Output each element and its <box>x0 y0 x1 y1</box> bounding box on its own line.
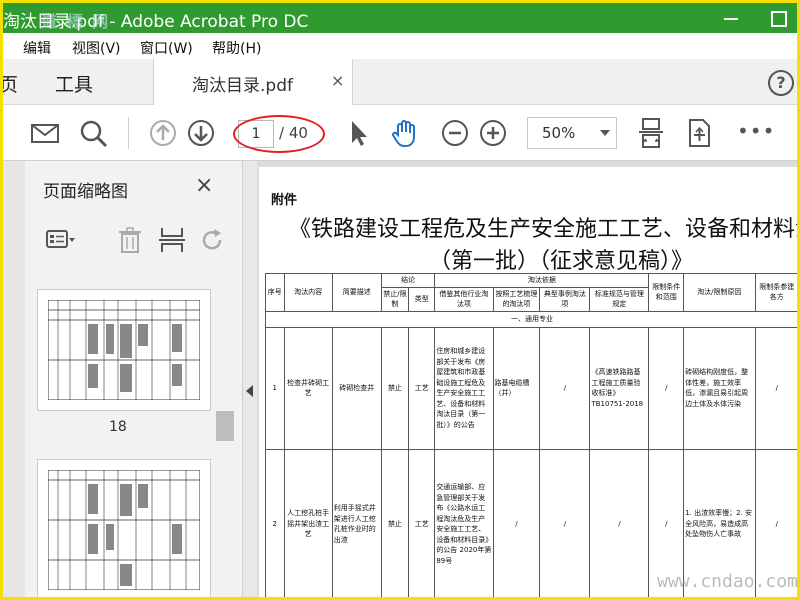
email-icon[interactable] <box>29 117 61 149</box>
header-process: 按照工艺梳理的淘汰项 <box>492 286 541 312</box>
menu-window[interactable]: 窗口(W) <box>140 38 193 58</box>
rotate-page-icon[interactable] <box>683 117 715 149</box>
header-conclusion: 结论 <box>380 273 436 288</box>
insert-page-icon[interactable] <box>157 225 187 255</box>
cell-process: 路基电缆槽（井） <box>492 326 541 450</box>
cell-standard: / <box>589 448 650 597</box>
cell-accident: / <box>539 326 591 450</box>
table-row: 1 检查井砖砌工艺 砖砌检查井 禁止 工艺 住房和城乡建设部关于发布《房屋建筑和… <box>265 326 797 450</box>
next-page-icon[interactable] <box>185 117 217 149</box>
site-watermark-bottom: www.cndao.com <box>657 571 798 592</box>
cell-ban: 禁止 <box>380 326 410 450</box>
thumbnail-options-icon[interactable] <box>45 225 75 255</box>
page-thumbnails-panel: 页面缩略图 × 18 <box>25 161 243 597</box>
header-ban: 禁止/限制 <box>380 286 410 312</box>
app-window: 淘汰目录.pdf - Adobe Acrobat Pro DC 道 標 网 编辑… <box>0 0 800 600</box>
header-content: 淘汰内容 <box>283 273 333 312</box>
header-reason: 淘汰/限制原因 <box>683 273 756 312</box>
header-type: 类型 <box>408 286 436 312</box>
maximize-button[interactable] <box>755 3 797 33</box>
annotation-circle <box>233 115 325 153</box>
menu-view[interactable]: 视图(V) <box>72 38 121 58</box>
cell-desc: 砖砌检查井 <box>331 326 382 450</box>
cell-process: / <box>492 448 541 597</box>
doc-attachment-label: 附件 <box>271 193 298 208</box>
cell-other: 住房和城乡建设部关于发布《房屋建筑和市政基础设施工程危及生产安全施工工艺、设备和… <box>434 326 494 450</box>
cell-limit: / <box>754 326 797 450</box>
header-standard: 标准规范与管理规定 <box>589 286 650 312</box>
tab-home[interactable]: 页 <box>3 70 18 97</box>
header-other: 借鉴其他行业淘汰项 <box>434 286 494 312</box>
main-toolbar: 1 / 40 50% ••• <box>3 105 797 161</box>
header-seq: 序号 <box>265 273 285 312</box>
cell-ban: 禁止 <box>380 448 410 597</box>
cell-reason: 砖砌结构刚度低，整体性差，施工效率低，渗漏且易引起周边土体及水体污染 <box>683 326 756 450</box>
cell-type: 工艺 <box>408 448 436 597</box>
close-panel-icon[interactable]: × <box>195 173 213 198</box>
zoom-select[interactable]: 50% <box>527 117 617 149</box>
delete-page-icon[interactable] <box>115 225 145 255</box>
cell-seq: 1 <box>265 326 285 450</box>
cell-type: 工艺 <box>408 326 436 450</box>
header-basis: 淘汰依据 <box>434 273 650 288</box>
site-watermark: 道 標 网 <box>41 12 111 31</box>
title-bar: 淘汰目录.pdf - Adobe Acrobat Pro DC 道 標 网 <box>3 3 797 33</box>
cell-accident: / <box>539 448 591 597</box>
left-nav-strip <box>3 161 25 597</box>
panel-scrollbar-thumb[interactable] <box>216 411 234 441</box>
previous-page-icon[interactable] <box>147 117 179 149</box>
chevron-down-icon <box>600 130 610 136</box>
header-desc: 简要描述 <box>331 273 382 312</box>
panel-title: 页面缩略图 <box>43 182 128 202</box>
thumbnail-preview <box>48 300 200 400</box>
menu-bar: 编辑 视图(V) 窗口(W) 帮助(H) <box>3 33 797 59</box>
tab-bar: 页 工具 淘汰目录.pdf × ? <box>3 59 797 105</box>
cell-standard: 《高速铁路路基工程施工质量验收标准》TB10751-2018 <box>589 326 650 450</box>
cell-content: 检查井砖砌工艺 <box>283 326 333 450</box>
cell-other: 交通运输部、应急管理部关于发布《公路水运工程淘汰危及生产安全施工工艺、设备和材料… <box>434 448 494 597</box>
elimination-table: 序号 淘汰内容 简要描述 结论 淘汰依据 限制条件和范围 淘汰/限制原因 限制条… <box>265 273 797 597</box>
minimize-button[interactable] <box>709 3 755 33</box>
cell-scope: / <box>648 326 685 450</box>
toolbar-divider <box>128 117 129 149</box>
menu-help[interactable]: 帮助(H) <box>212 38 261 58</box>
header-accident: 典型事例淘汰项 <box>539 286 591 312</box>
zoom-in-icon[interactable] <box>477 117 509 149</box>
section-row: 一、通用专业 <box>265 310 797 328</box>
select-cursor-icon[interactable] <box>343 117 375 149</box>
collapse-panel-icon[interactable] <box>246 385 253 397</box>
pdf-page: 附件 《铁路建设工程危及生产安全施工工艺、设备和材料淘 （第一批）（征求意见稿）… <box>259 167 799 597</box>
header-scope: 限制条件和范围 <box>648 273 685 312</box>
fit-width-icon[interactable] <box>635 117 667 149</box>
thumbnail-preview <box>48 470 200 590</box>
doc-title-line1: 《铁路建设工程危及生产安全施工工艺、设备和材料淘 <box>289 217 799 242</box>
tab-document[interactable]: 淘汰目录.pdf × <box>153 59 353 105</box>
cell-content: 人工挖孔桩手摇井架出渣工艺 <box>283 448 333 597</box>
zoom-value: 50% <box>542 124 576 142</box>
page-thumbnail-19[interactable] <box>37 459 211 597</box>
document-tab-label: 淘汰目录.pdf <box>192 76 293 96</box>
tab-tools[interactable]: 工具 <box>55 70 93 97</box>
cell-seq: 2 <box>265 448 285 597</box>
rotate-icon[interactable] <box>197 225 227 255</box>
more-tools-icon[interactable]: ••• <box>737 119 775 143</box>
cell-desc: 利用手摇式井架进行人工挖孔桩作业时的出渣 <box>331 448 382 597</box>
thumbnail-page-number: 18 <box>109 419 127 435</box>
document-view[interactable]: 附件 《铁路建设工程危及生产安全施工工艺、设备和材料淘 （第一批）（征求意见稿）… <box>257 161 799 597</box>
doc-title-line2: （第一批）（征求意见稿）》 <box>429 249 694 274</box>
help-icon[interactable]: ? <box>768 70 794 96</box>
search-icon[interactable] <box>77 117 109 149</box>
close-tab-icon[interactable]: × <box>331 71 344 90</box>
menu-edit[interactable]: 编辑 <box>23 38 51 58</box>
hand-tool-icon[interactable] <box>389 117 421 149</box>
header-limit: 限制条参建各方 <box>754 273 797 312</box>
page-thumbnail-18[interactable] <box>37 289 211 411</box>
zoom-out-icon[interactable] <box>439 117 471 149</box>
